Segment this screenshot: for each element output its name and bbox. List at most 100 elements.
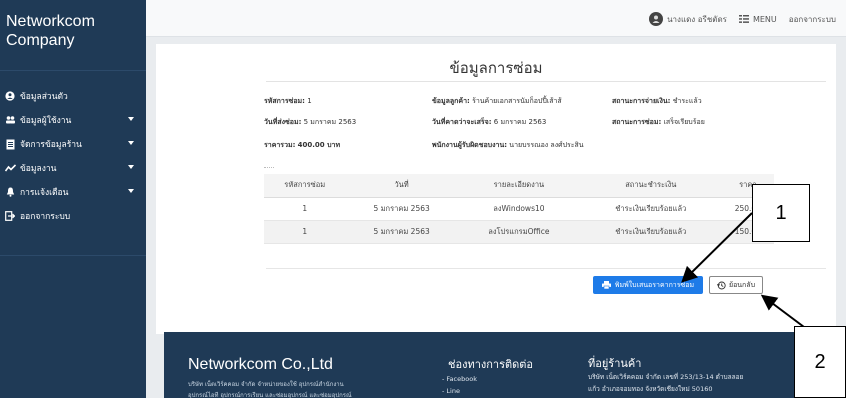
footer-about-line: บริษัท เน็ตเวิร์คคอม จำกัด จำหน่ายของใช้… bbox=[188, 381, 344, 388]
sidebar-item-label: การแจ้งเตือน bbox=[20, 188, 69, 198]
user-name[interactable]: นางแดง อรีชตัดร bbox=[667, 13, 727, 26]
sidebar-item-profile[interactable]: ข้อมูลส่วนตัว bbox=[0, 84, 146, 108]
info-label: ราคารวม: bbox=[264, 141, 296, 149]
top-bar: นางแดง อรีชตัดร MENU ออกจากระบบ bbox=[146, 0, 846, 37]
sidebar-divider bbox=[0, 255, 146, 256]
sidebar-item-users[interactable]: ข้อมูลผู้ใช้งาน bbox=[0, 108, 146, 132]
info-staff: พนักงานผู้รับผิดชอบงาน: นายบรรณอง ลงศ์ปร… bbox=[432, 140, 584, 151]
table-row: 1 5 มกราคม 2563 ลงWindows10 ชำระเงินเรีย… bbox=[264, 197, 774, 221]
table-top-divider bbox=[264, 167, 274, 170]
info-total: ราคารวม: 400.00 บาท bbox=[264, 140, 340, 151]
sidebar-item-label: ข้อมูลส่วนตัว bbox=[20, 92, 68, 102]
table-cell: ชำระเงินเรียบร้อยแล้ว bbox=[580, 197, 722, 221]
table-cell: ลงโปรแกรมOffice bbox=[457, 220, 581, 244]
column-header: วันที่ bbox=[345, 174, 458, 198]
info-label: วันที่ส่งซ่อม: bbox=[264, 118, 302, 126]
brand-line-1: Networkcom bbox=[6, 13, 95, 30]
repair-detail-card: ข้อมูลการซ่อม รหัสการซ่อม: 1 ข้อมูลลูกค้… bbox=[156, 44, 836, 334]
sidebar-item-label: จัดการข้อมูลร้าน bbox=[20, 140, 82, 150]
brand-line-2: Company bbox=[6, 32, 75, 49]
info-value: ชำระแล้ว bbox=[672, 97, 702, 105]
sidebar-item-notifications[interactable]: การแจ้งเตือน bbox=[0, 180, 146, 204]
table-cell: 5 มกราคม 2563 bbox=[345, 197, 458, 221]
callout-1: 1 bbox=[752, 184, 810, 242]
footer-channels-title: ช่องทางการติดต่อ bbox=[448, 358, 534, 371]
brand-logo[interactable]: Networkcom Company bbox=[0, 0, 146, 50]
info-value: นายบรรณอง ลงศ์ประสิน bbox=[509, 141, 584, 149]
footer-company-name: Networkcom Co.,Ltd bbox=[188, 356, 333, 373]
table-header-row: รหัสการซ่อม วันที่ รายละเอียดงาน สถานะชำ… bbox=[264, 174, 774, 198]
info-value: เสร็จเรียบร้อย bbox=[663, 118, 705, 126]
info-customer: ข้อมูลลูกค้า: ร้านค้ายเอกสารนัมก็อปปี้เส… bbox=[432, 96, 562, 107]
info-label: รหัสการซ่อม: bbox=[264, 97, 305, 105]
menu-label: MENU bbox=[752, 14, 777, 24]
menu-button[interactable]: MENU bbox=[738, 14, 777, 24]
info-value: ร้านค้ายเอกสารนัมก็อปปี้เส้าส้ bbox=[472, 97, 562, 105]
printer-icon bbox=[601, 281, 611, 289]
sidebar-item-jobs[interactable]: ข้อมูลงาน bbox=[0, 156, 146, 180]
column-header: รายละเอียดงาน bbox=[457, 174, 581, 198]
sidebar-item-shop[interactable]: จัดการข้อมูลร้าน bbox=[0, 132, 146, 156]
info-value: 6 มกราคม 2563 bbox=[493, 118, 547, 126]
top-logout-link[interactable]: ออกจากระบบ bbox=[789, 13, 836, 26]
column-header: รหัสการซ่อม bbox=[264, 174, 346, 198]
info-payment-status: สถานะการจ่ายเงิน: ชำระแล้ว bbox=[612, 96, 702, 107]
footer-link-facebook[interactable]: - Facebook bbox=[442, 375, 477, 383]
repair-items-table: รหัสการซ่อม วันที่ รายละเอียดงาน สถานะชำ… bbox=[264, 174, 774, 244]
info-label: วันที่คาดว่าจะเสร็จ: bbox=[432, 118, 492, 126]
footer-address-line: บริษัท เน็ตเวิร์คคอม จำกัด เลขที่ 253/13… bbox=[588, 373, 744, 381]
caret-down-icon bbox=[128, 189, 134, 193]
table-cell: 1 bbox=[264, 197, 346, 221]
bell-icon bbox=[4, 186, 16, 198]
users-icon bbox=[4, 114, 16, 126]
info-value: 1 bbox=[307, 97, 312, 105]
document-icon bbox=[4, 138, 16, 150]
caret-down-icon bbox=[128, 165, 134, 169]
menu-icon bbox=[738, 15, 749, 23]
avatar[interactable] bbox=[649, 12, 664, 26]
footer-link-line[interactable]: - Line bbox=[442, 387, 460, 395]
sidebar-nav: ข้อมูลส่วนตัว ข้อมูลผู้ใช้งาน จัดการข้อม… bbox=[0, 84, 146, 228]
sidebar-item-logout[interactable]: ออกจากระบบ bbox=[0, 204, 146, 228]
footer-about-line: อุปกรณ์ไอที อุปกรณ์การเรียน และซ่อมอุปกร… bbox=[188, 392, 352, 398]
callout-2: 2 bbox=[794, 326, 846, 398]
info-value: 5 มกราคม 2563 bbox=[303, 118, 357, 126]
sidebar: Networkcom Company ข้อมูลส่วนตัว ข้อมูลผ… bbox=[0, 0, 146, 398]
print-button-label: พิมพ์ใบเสนอราคาการซ่อม bbox=[614, 280, 695, 289]
site-footer: Networkcom Co.,Ltd บริษัท เน็ตเวิร์คคอม … bbox=[164, 332, 826, 398]
table-cell: 5 มกราคม 2563 bbox=[345, 220, 458, 244]
page-title: ข้อมูลการซ่อม bbox=[449, 59, 543, 77]
table-cell: ชำระเงินเรียบร้อยแล้ว bbox=[580, 220, 722, 244]
sign-out-icon bbox=[4, 210, 16, 222]
sidebar-item-label: ออกจากระบบ bbox=[20, 212, 71, 222]
table-cell: 1 bbox=[264, 220, 346, 244]
back-button[interactable]: ย้อนกลับ bbox=[709, 276, 763, 294]
info-repair-id: รหัสการซ่อม: 1 bbox=[264, 96, 312, 107]
footer-shop-title: ที่อยู่ร้านค้า bbox=[588, 357, 642, 370]
actions-divider bbox=[266, 268, 826, 269]
print-quotation-button[interactable]: พิมพ์ใบเสนอราคาการซ่อม bbox=[593, 276, 703, 294]
table-row: 1 5 มกราคม 2563 ลงโปรแกรมOffice ชำระเงิน… bbox=[264, 220, 774, 244]
sidebar-divider bbox=[0, 70, 146, 71]
user-circle-icon bbox=[4, 90, 16, 102]
chart-line-icon bbox=[4, 162, 16, 174]
footer-address-line: แก้ว อำเภอจอมทอง จังหวัดเชียงใหม่ 50160 bbox=[588, 385, 713, 393]
info-send-date: วันที่ส่งซ่อม: 5 มกราคม 2563 bbox=[264, 117, 356, 128]
column-header: สถานะชำระเงิน bbox=[580, 174, 722, 198]
top-bar-right: นางแดง อรีชตัดร MENU ออกจากระบบ bbox=[649, 12, 836, 26]
info-label: สถานะการจ่ายเงิน: bbox=[612, 97, 671, 105]
title-divider bbox=[266, 81, 826, 82]
info-label: สถานะการซ่อม: bbox=[612, 118, 662, 126]
caret-down-icon bbox=[128, 117, 134, 121]
table-cell: ลงWindows10 bbox=[457, 197, 581, 221]
info-label: พนักงานผู้รับผิดชอบงาน: bbox=[432, 141, 508, 149]
sidebar-item-label: ข้อมูลผู้ใช้งาน bbox=[20, 116, 72, 126]
info-repair-status: สถานะการซ่อม: เสร็จเรียบร้อย bbox=[612, 117, 705, 128]
info-expected-date: วันที่คาดว่าจะเสร็จ: 6 มกราคม 2563 bbox=[432, 117, 546, 128]
sidebar-item-label: ข้อมูลงาน bbox=[20, 164, 57, 174]
history-icon bbox=[716, 281, 726, 289]
info-label: ข้อมูลลูกค้า: bbox=[432, 97, 470, 105]
back-button-label: ย้อนกลับ bbox=[728, 280, 756, 289]
info-value: 400.00 บาท bbox=[297, 141, 341, 149]
caret-down-icon bbox=[128, 141, 134, 145]
